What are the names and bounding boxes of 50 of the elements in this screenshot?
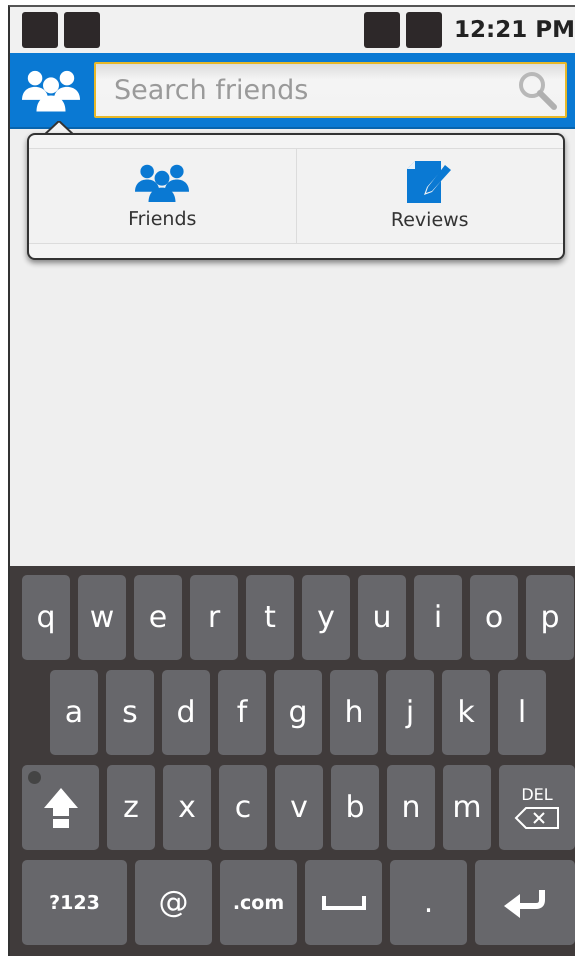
letter-key[interactable]: x [163, 765, 211, 850]
enter-key[interactable] [475, 860, 575, 945]
letter-key[interactable]: d [162, 670, 210, 755]
backspace-icon [514, 806, 560, 830]
letter-key[interactable]: a [50, 670, 98, 755]
search-icon [517, 70, 557, 110]
space-icon [322, 896, 366, 910]
delete-key[interactable]: DEL [499, 765, 575, 850]
shift-key[interactable] [22, 765, 99, 850]
letter-key[interactable]: w [78, 575, 126, 660]
space-key[interactable] [305, 860, 382, 945]
people-icon [135, 162, 190, 202]
letter-key[interactable]: t [246, 575, 294, 660]
key[interactable]: . [390, 860, 467, 945]
letter-key[interactable]: q [22, 575, 70, 660]
key[interactable]: .com [220, 860, 297, 945]
enter-icon [504, 888, 546, 918]
status-icon [406, 12, 442, 48]
letter-key[interactable]: h [330, 670, 378, 755]
people-icon [22, 68, 80, 112]
letter-key[interactable]: z [107, 765, 155, 850]
letter-key[interactable]: b [331, 765, 379, 850]
letter-key[interactable]: k [442, 670, 490, 755]
letter-key[interactable]: l [498, 670, 546, 755]
letter-key[interactable]: p [526, 575, 574, 660]
up-arrow-icon [44, 788, 78, 828]
letter-key[interactable]: r [190, 575, 238, 660]
status-icon [364, 12, 400, 48]
letter-key[interactable]: o [470, 575, 518, 660]
letter-key[interactable]: y [302, 575, 350, 660]
status-icon [64, 12, 100, 48]
indicator-dot [28, 771, 41, 784]
menu-item[interactable]: Reviews [296, 149, 563, 243]
clock-time: 12:21 PM [454, 17, 575, 43]
letter-key[interactable]: u [358, 575, 406, 660]
letter-key[interactable]: e [134, 575, 182, 660]
key[interactable]: @ [135, 860, 212, 945]
letter-key[interactable]: m [443, 765, 491, 850]
note-pencil-icon [406, 161, 453, 203]
letter-key[interactable]: f [218, 670, 266, 755]
letter-key[interactable]: v [275, 765, 323, 850]
letter-key[interactable]: s [106, 670, 154, 755]
letter-key[interactable]: n [387, 765, 435, 850]
status-icon [22, 12, 58, 48]
letter-key[interactable]: i [414, 575, 462, 660]
search-field[interactable]: Search friends [94, 62, 567, 118]
letter-key[interactable]: c [219, 765, 267, 850]
symbols-key[interactable]: ?123 [22, 860, 127, 945]
letter-key[interactable]: g [274, 670, 322, 755]
letter-key[interactable]: j [386, 670, 434, 755]
